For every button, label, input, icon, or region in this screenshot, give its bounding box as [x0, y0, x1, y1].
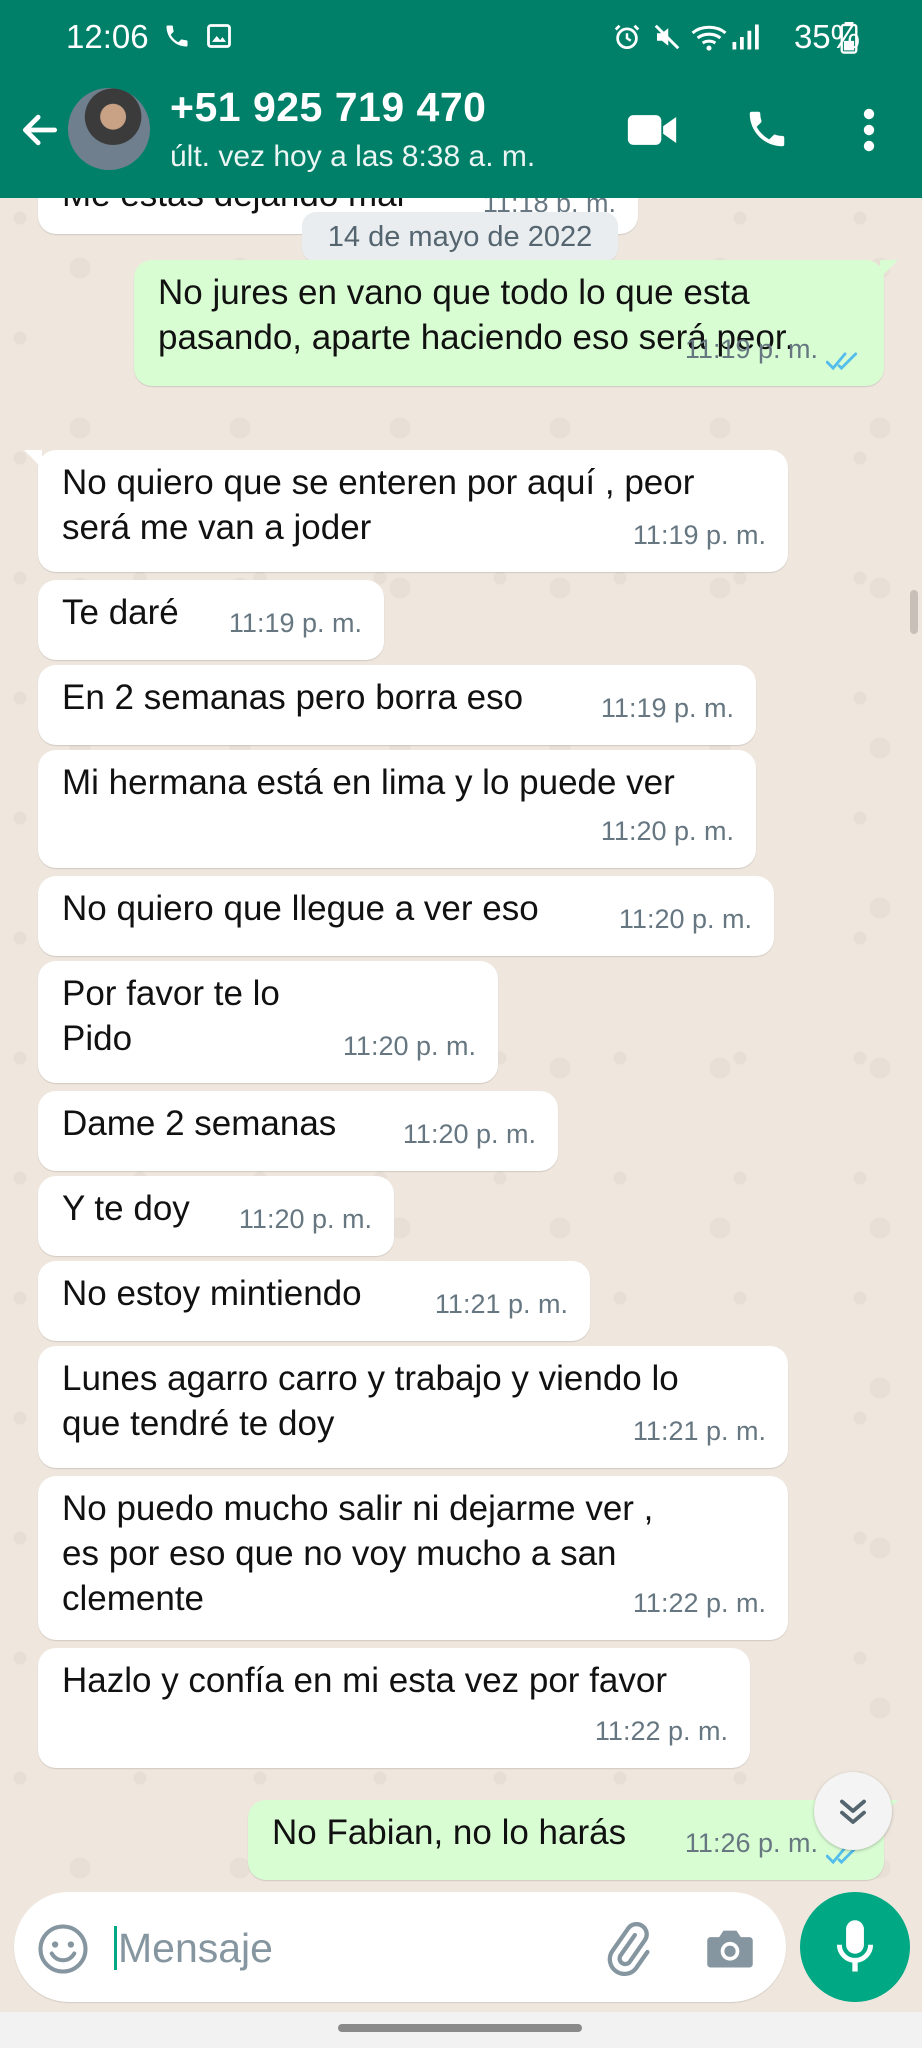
phone-icon	[166, 25, 188, 47]
camera-icon[interactable]	[704, 1924, 756, 1972]
message-bubble-incoming[interactable]: Mi hermana está en lima y lo puede ver 1…	[38, 750, 756, 868]
message-time: 11:22 p. m.	[594, 1716, 728, 1746]
last-seen-status[interactable]: últ. vez hoy a las 8:38 a. m.	[170, 140, 535, 174]
chat-header: +51 925 719 470 últ. vez hoy a las 8:38 …	[0, 78, 922, 198]
message-composer[interactable]	[14, 1892, 786, 2002]
mic-icon	[836, 1920, 874, 1972]
message-time: 11:19 p. m.	[684, 334, 818, 364]
chat-area[interactable]: Me estás dejando mal 11:18 p. m. 14 de m…	[0, 198, 922, 1888]
message-text: Hazlo y confía en mi esta vez por favor	[62, 1661, 667, 1700]
message-bubble-incoming[interactable]: Por favor te lo Pido 11:20 p. m.	[38, 961, 498, 1083]
message-time: 11:21 p. m.	[434, 1289, 568, 1319]
voice-call-icon[interactable]	[744, 106, 790, 152]
message-bubble-incoming[interactable]: No estoy mintiendo 11:21 p. m.	[38, 1261, 590, 1341]
battery-icon	[840, 22, 858, 54]
message-bubble-incoming[interactable]: No quiero que llegue a ver eso 11:20 p. …	[38, 876, 774, 956]
message-time: 11:20 p. m.	[342, 1031, 476, 1061]
contact-name[interactable]: +51 925 719 470	[170, 84, 486, 131]
date-separator: 14 de mayo de 2022	[302, 212, 618, 262]
voice-message-button[interactable]	[800, 1892, 910, 2002]
message-bubble-incoming[interactable]: Te daré 11:19 p. m.	[38, 580, 384, 660]
wifi-icon	[691, 25, 727, 51]
message-time: 11:20 p. m.	[238, 1204, 372, 1234]
double-chevron-down-icon	[840, 1799, 866, 1824]
message-input[interactable]	[118, 1920, 588, 1976]
home-gesture-bar[interactable]	[338, 2024, 582, 2032]
message-bubble-incoming[interactable]: No puedo mucho salir ni dejarme ver , es…	[38, 1476, 788, 1640]
message-time: 11:20 p. m.	[600, 816, 734, 846]
message-time: 11:22 p. m.	[632, 1588, 766, 1618]
attach-icon[interactable]	[600, 1922, 654, 1976]
message-bubble-incoming[interactable]: Hazlo y confía en mi esta vez por favor …	[38, 1648, 750, 1768]
status-bar: 12:06 35%	[0, 0, 922, 78]
emoji-icon[interactable]	[36, 1922, 90, 1976]
more-options-icon[interactable]	[862, 108, 876, 152]
text-caret	[114, 1926, 117, 1970]
message-bubble-outgoing[interactable]: No Fabian, no lo harás 11:26 p. m.	[248, 1800, 898, 1880]
signal-icon	[732, 24, 759, 50]
message-time: 11:20 p. m.	[402, 1119, 536, 1149]
message-bubble-incoming[interactable]: Dame 2 semanas 11:20 p. m.	[38, 1091, 558, 1171]
message-bubble-incoming[interactable]: Y te doy 11:20 p. m.	[38, 1176, 394, 1256]
message-time: 11:26 p. m.	[684, 1828, 818, 1858]
mute-icon	[654, 24, 680, 50]
message-time: 11:19 p. m.	[228, 608, 362, 638]
gallery-icon	[207, 24, 231, 48]
system-nav-bar	[0, 2012, 922, 2048]
message-bubble-outgoing[interactable]: No jures en vano que todo lo que esta pa…	[134, 260, 898, 386]
message-time: 11:19 p. m.	[632, 520, 766, 550]
alarm-icon	[614, 24, 640, 49]
message-time: 11:19 p. m.	[600, 693, 734, 723]
avatar[interactable]	[68, 88, 150, 170]
message-bubble-incoming[interactable]: En 2 semanas pero borra eso 11:19 p. m.	[38, 665, 756, 745]
read-receipt-icon	[826, 352, 858, 371]
scroll-to-bottom-button[interactable]	[814, 1772, 892, 1850]
back-arrow-icon[interactable]	[18, 108, 62, 152]
status-time: 12:06	[66, 18, 149, 55]
composer-bar	[0, 1888, 922, 2012]
video-call-icon[interactable]	[626, 108, 678, 152]
message-bubble-incoming[interactable]: No quiero que se enteren por aquí , peor…	[24, 450, 788, 572]
scrollbar-thumb[interactable]	[910, 590, 918, 634]
message-text: Mi hermana está en lima y lo puede ver	[62, 763, 675, 802]
message-time: 11:21 p. m.	[632, 1416, 766, 1446]
message-bubble-incoming[interactable]: Lunes agarro carro y trabajo y viendo lo…	[38, 1346, 788, 1468]
message-time: 11:20 p. m.	[618, 904, 752, 934]
